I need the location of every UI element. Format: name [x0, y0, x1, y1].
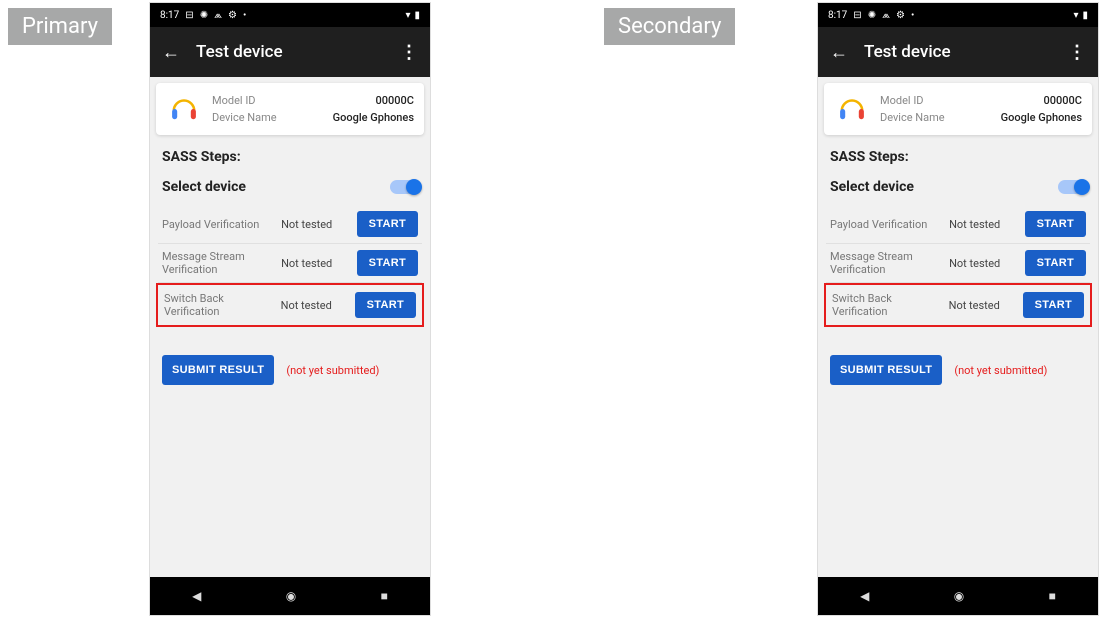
nav-home-icon[interactable]: ◉ — [286, 589, 296, 603]
device-name-label: Device Name — [212, 111, 277, 124]
test-status: Not tested — [949, 299, 1017, 312]
status-icon: ⊟ — [185, 10, 193, 21]
status-icon: ✺ — [868, 10, 876, 21]
status-icon: ⩕ — [882, 10, 890, 21]
status-bar: 8:17 ⊟ ✺ ⩕ ⚙ • ▾ ▮ — [150, 3, 430, 27]
test-name: Message Stream Verification — [830, 250, 943, 276]
test-row-payload: Payload Verification Not tested START — [158, 205, 422, 244]
headphones-icon — [166, 91, 202, 127]
more-icon[interactable]: ⋮ — [400, 42, 418, 63]
test-status: Not tested — [281, 299, 349, 312]
label-secondary: Secondary — [604, 8, 735, 45]
wifi-icon: ▾ — [405, 10, 410, 21]
status-icon: ⚙ — [228, 10, 237, 21]
device-card: Model ID 00000C Device Name Google Gphon… — [824, 83, 1092, 135]
sass-steps-title: SASS Steps: — [830, 149, 1086, 165]
test-status: Not tested — [949, 218, 1019, 231]
select-device-toggle[interactable] — [1058, 180, 1086, 194]
select-device-label: Select device — [830, 179, 914, 195]
test-name: Payload Verification — [830, 218, 943, 231]
start-button-payload[interactable]: START — [357, 211, 418, 237]
status-icon: ✺ — [200, 10, 208, 21]
test-status: Not tested — [281, 257, 351, 270]
status-icon: ⩕ — [214, 10, 222, 21]
device-name-value: Google Gphones — [333, 111, 414, 124]
start-button-switchback[interactable]: START — [355, 292, 416, 318]
nav-back-icon[interactable]: ◀ — [860, 589, 869, 603]
nav-recent-icon[interactable]: ■ — [1049, 589, 1056, 603]
app-bar: ← Test device ⋮ — [150, 27, 430, 77]
battery-icon: ▮ — [1082, 10, 1088, 21]
status-icon: • — [243, 10, 246, 21]
start-button-payload[interactable]: START — [1025, 211, 1086, 237]
status-time: 8:17 — [160, 10, 179, 21]
wifi-icon: ▾ — [1073, 10, 1078, 21]
nav-recent-icon[interactable]: ■ — [381, 589, 388, 603]
model-id-label: Model ID — [880, 94, 924, 107]
label-primary: Primary — [8, 8, 112, 45]
test-name: Switch Back Verification — [832, 292, 943, 318]
test-status: Not tested — [281, 218, 351, 231]
model-id-value: 00000C — [1044, 94, 1082, 107]
status-icon: ⊟ — [853, 10, 861, 21]
app-bar: ← Test device ⋮ — [818, 27, 1098, 77]
submit-status: (not yet submitted) — [286, 364, 379, 377]
nav-bar: ◀ ◉ ■ — [818, 577, 1098, 615]
phone-primary: 8:17 ⊟ ✺ ⩕ ⚙ • ▾ ▮ ← Test device ⋮ Model… — [149, 2, 431, 616]
test-row-msgstream: Message Stream Verification Not tested S… — [826, 244, 1090, 283]
nav-back-icon[interactable]: ◀ — [192, 589, 201, 603]
phone-secondary: 8:17 ⊟ ✺ ⩕ ⚙ • ▾ ▮ ← Test device ⋮ Model… — [817, 2, 1099, 616]
test-name: Switch Back Verification — [164, 292, 275, 318]
device-name-value: Google Gphones — [1001, 111, 1082, 124]
back-icon[interactable]: ← — [162, 42, 180, 63]
model-id-label: Model ID — [212, 94, 256, 107]
start-button-msgstream[interactable]: START — [357, 250, 418, 276]
submit-result-button[interactable]: SUBMIT RESULT — [162, 355, 274, 385]
highlight-switchback: Switch Back Verification Not tested STAR… — [156, 283, 424, 327]
status-icon: • — [911, 10, 914, 21]
start-button-switchback[interactable]: START — [1023, 292, 1084, 318]
sass-steps-title: SASS Steps: — [162, 149, 418, 165]
app-title: Test device — [864, 42, 1052, 62]
device-card: Model ID 00000C Device Name Google Gphon… — [156, 83, 424, 135]
status-bar: 8:17 ⊟ ✺ ⩕ ⚙ • ▾ ▮ — [818, 3, 1098, 27]
status-icon: ⚙ — [896, 10, 905, 21]
submit-result-button[interactable]: SUBMIT RESULT — [830, 355, 942, 385]
battery-icon: ▮ — [414, 10, 420, 21]
device-name-label: Device Name — [880, 111, 945, 124]
select-device-toggle[interactable] — [390, 180, 418, 194]
nav-home-icon[interactable]: ◉ — [954, 589, 964, 603]
test-name: Message Stream Verification — [162, 250, 275, 276]
start-button-msgstream[interactable]: START — [1025, 250, 1086, 276]
more-icon[interactable]: ⋮ — [1068, 42, 1086, 63]
nav-bar: ◀ ◉ ■ — [150, 577, 430, 615]
test-row-switchback: Switch Back Verification Not tested STAR… — [158, 285, 422, 325]
test-status: Not tested — [949, 257, 1019, 270]
test-name: Payload Verification — [162, 218, 275, 231]
submit-status: (not yet submitted) — [954, 364, 1047, 377]
select-device-label: Select device — [162, 179, 246, 195]
highlight-switchback: Switch Back Verification Not tested STAR… — [824, 283, 1092, 327]
headphones-icon — [834, 91, 870, 127]
model-id-value: 00000C — [376, 94, 414, 107]
test-row-payload: Payload Verification Not tested START — [826, 205, 1090, 244]
back-icon[interactable]: ← — [830, 42, 848, 63]
app-title: Test device — [196, 42, 384, 62]
test-row-msgstream: Message Stream Verification Not tested S… — [158, 244, 422, 283]
test-row-switchback: Switch Back Verification Not tested STAR… — [826, 285, 1090, 325]
status-time: 8:17 — [828, 10, 847, 21]
